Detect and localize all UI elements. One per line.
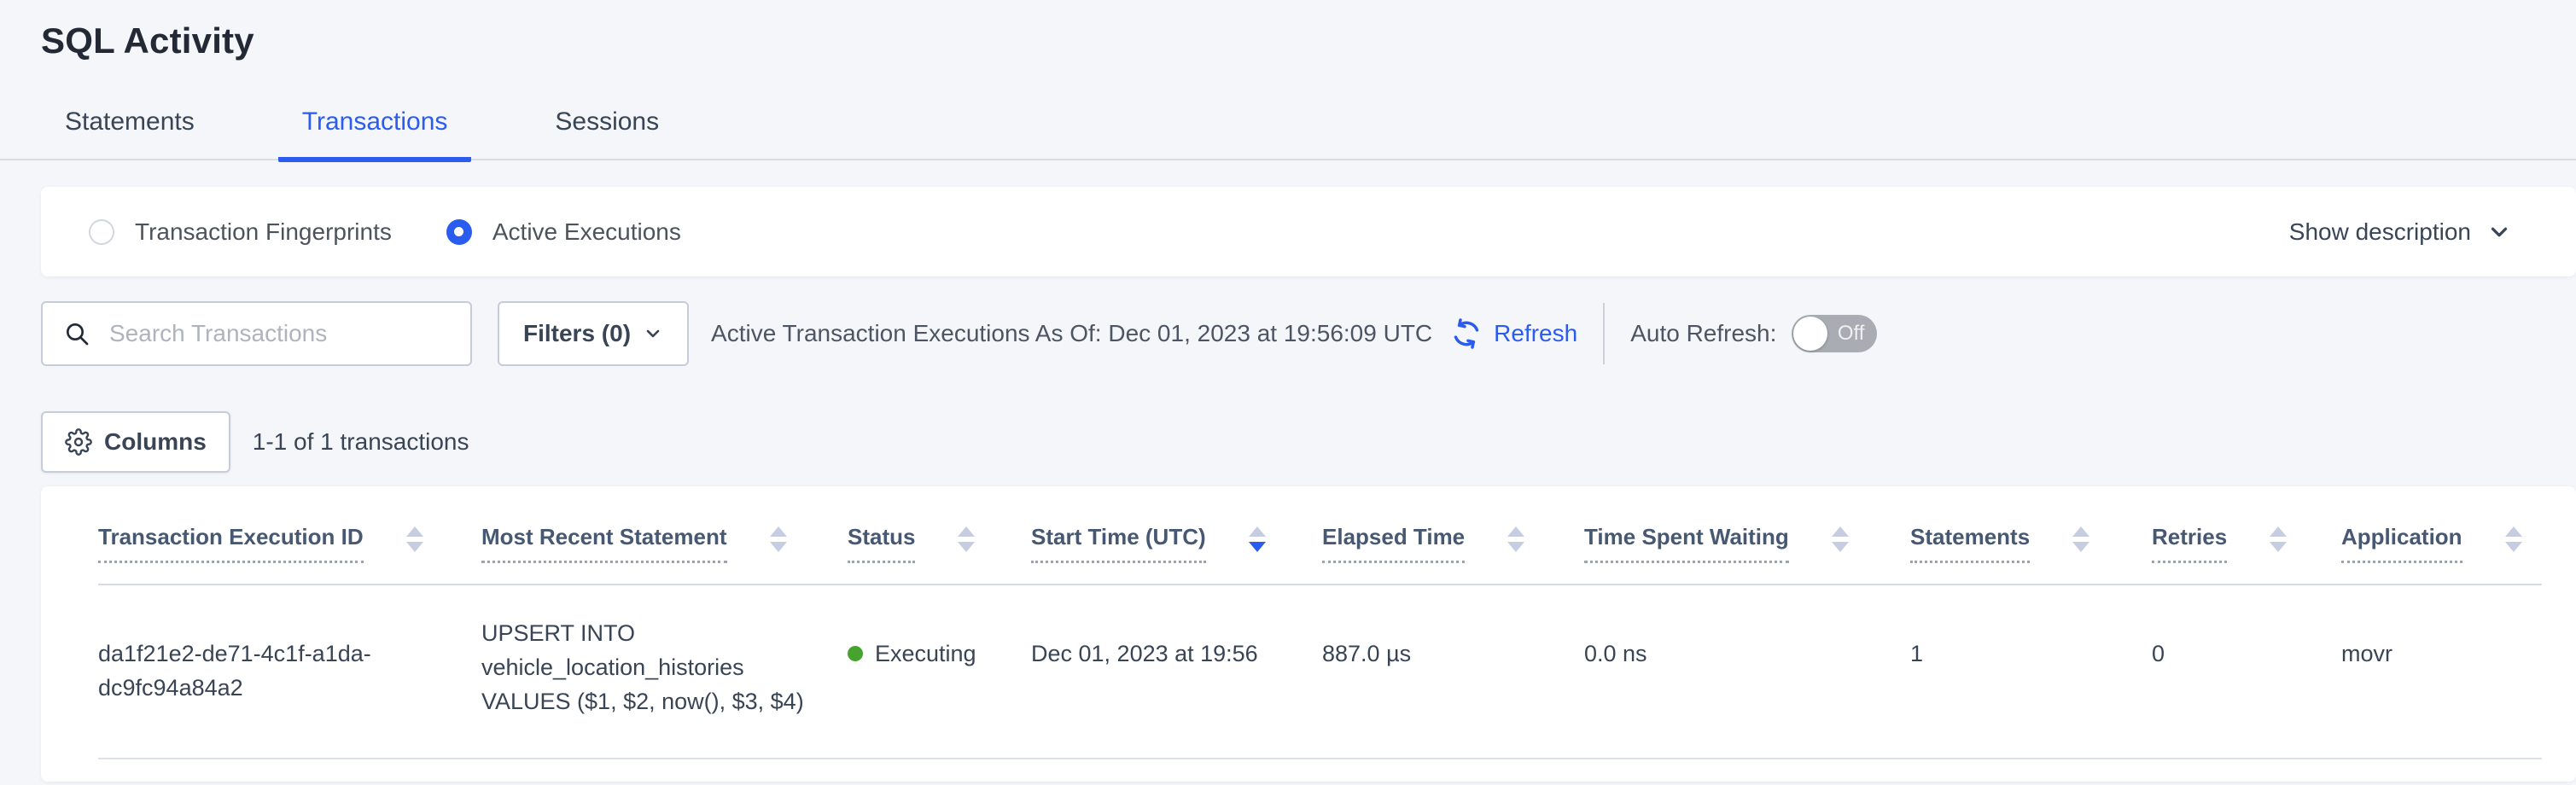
toolbar-divider — [1603, 303, 1605, 364]
sql-activity-page: SQL Activity Statements Transactions Ses… — [0, 0, 2576, 785]
statements-count-cell: 1 — [1910, 584, 2152, 759]
filters-button[interactable]: Filters (0) — [498, 301, 689, 366]
tab-transactions[interactable]: Transactions — [278, 108, 472, 162]
tab-bar: Statements Transactions Sessions — [0, 108, 2576, 160]
view-options-card: Transaction Fingerprints Active Executio… — [41, 187, 2576, 276]
column-header-start-time[interactable]: Start Time (UTC) — [1031, 486, 1322, 584]
transactions-table-card: Transaction Execution ID Most Recent Sta… — [41, 486, 2576, 782]
tab-sessions[interactable]: Sessions — [531, 108, 683, 162]
sort-arrows-icon — [1507, 526, 1524, 552]
sort-arrows-icon — [406, 526, 423, 552]
search-input[interactable] — [108, 319, 453, 348]
refresh-icon — [1449, 317, 1483, 351]
radio-label: Active Executions — [492, 218, 681, 246]
sort-arrows-icon — [2270, 526, 2287, 552]
show-description-toggle[interactable]: Show description — [2289, 218, 2512, 246]
sort-arrows-icon — [1832, 526, 1849, 552]
time-spent-waiting-cell: 0.0 ns — [1584, 584, 1910, 759]
radio-transaction-fingerprints[interactable]: Transaction Fingerprints — [89, 218, 392, 246]
column-header-status[interactable]: Status — [848, 486, 1031, 584]
radio-icon — [89, 219, 114, 245]
radio-active-executions[interactable]: Active Executions — [446, 218, 681, 246]
status-badge: Executing — [875, 637, 976, 671]
as-of-timestamp: Active Transaction Executions As Of: Dec… — [711, 320, 1432, 347]
search-icon — [63, 320, 90, 347]
refresh-button[interactable]: Refresh — [1449, 317, 1577, 351]
auto-refresh-toggle[interactable]: Off — [1792, 315, 1877, 352]
start-time-cell: Dec 01, 2023 at 19:56 — [1031, 584, 1322, 759]
gear-icon — [65, 428, 92, 456]
search-box — [41, 301, 472, 366]
column-header-time-spent-waiting[interactable]: Time Spent Waiting — [1584, 486, 1910, 584]
column-header-application[interactable]: Application — [2341, 486, 2542, 584]
most-recent-statement-cell: UPSERT INTO vehicle_location_histories V… — [481, 584, 848, 759]
retries-cell: 0 — [2152, 584, 2341, 759]
status-cell: Executing — [848, 584, 1031, 759]
column-header-elapsed-time[interactable]: Elapsed Time — [1322, 486, 1584, 584]
sort-arrows-icon — [2505, 526, 2522, 552]
column-header-retries[interactable]: Retries — [2152, 486, 2341, 584]
tab-statements[interactable]: Statements — [41, 108, 219, 162]
transaction-id-link[interactable]: da1f21e2-de71-4c1f-a1da- dc9fc94a84a2 — [98, 584, 481, 759]
sort-arrows-icon — [958, 526, 975, 552]
results-count: 1-1 of 1 transactions — [253, 428, 469, 456]
toolbar: Filters (0) Active Transaction Execution… — [41, 300, 2576, 367]
transactions-table: Transaction Execution ID Most Recent Sta… — [98, 486, 2542, 759]
table-row: da1f21e2-de71-4c1f-a1da- dc9fc94a84a2 UP… — [98, 584, 2542, 759]
table-controls-row: Columns 1-1 of 1 transactions — [41, 411, 2576, 473]
page-title: SQL Activity — [41, 22, 2576, 60]
toggle-state-label: Off — [1838, 322, 1865, 346]
sort-arrows-icon — [1249, 526, 1266, 552]
columns-button-label: Columns — [104, 428, 207, 456]
show-description-label: Show description — [2289, 218, 2471, 246]
chevron-down-icon — [643, 323, 663, 344]
page-header: SQL Activity — [0, 0, 2576, 60]
radio-icon — [446, 219, 472, 245]
auto-refresh-label: Auto Refresh: — [1630, 320, 1776, 347]
table-header-row: Transaction Execution ID Most Recent Sta… — [98, 486, 2542, 584]
application-cell: movr — [2341, 584, 2542, 759]
chevron-down-icon — [2486, 219, 2512, 245]
column-header-most-recent-statement[interactable]: Most Recent Statement — [481, 486, 848, 584]
sort-arrows-icon — [770, 526, 787, 552]
refresh-label: Refresh — [1494, 320, 1577, 347]
elapsed-time-cell: 887.0 µs — [1322, 584, 1584, 759]
toggle-knob — [1793, 317, 1827, 351]
column-header-statements[interactable]: Statements — [1910, 486, 2152, 584]
filters-label: Filters (0) — [523, 320, 631, 347]
sort-arrows-icon — [2072, 526, 2089, 552]
executing-status-icon — [848, 646, 863, 661]
radio-label: Transaction Fingerprints — [135, 218, 392, 246]
columns-button[interactable]: Columns — [41, 411, 230, 473]
column-header-transaction-execution-id[interactable]: Transaction Execution ID — [98, 486, 481, 584]
